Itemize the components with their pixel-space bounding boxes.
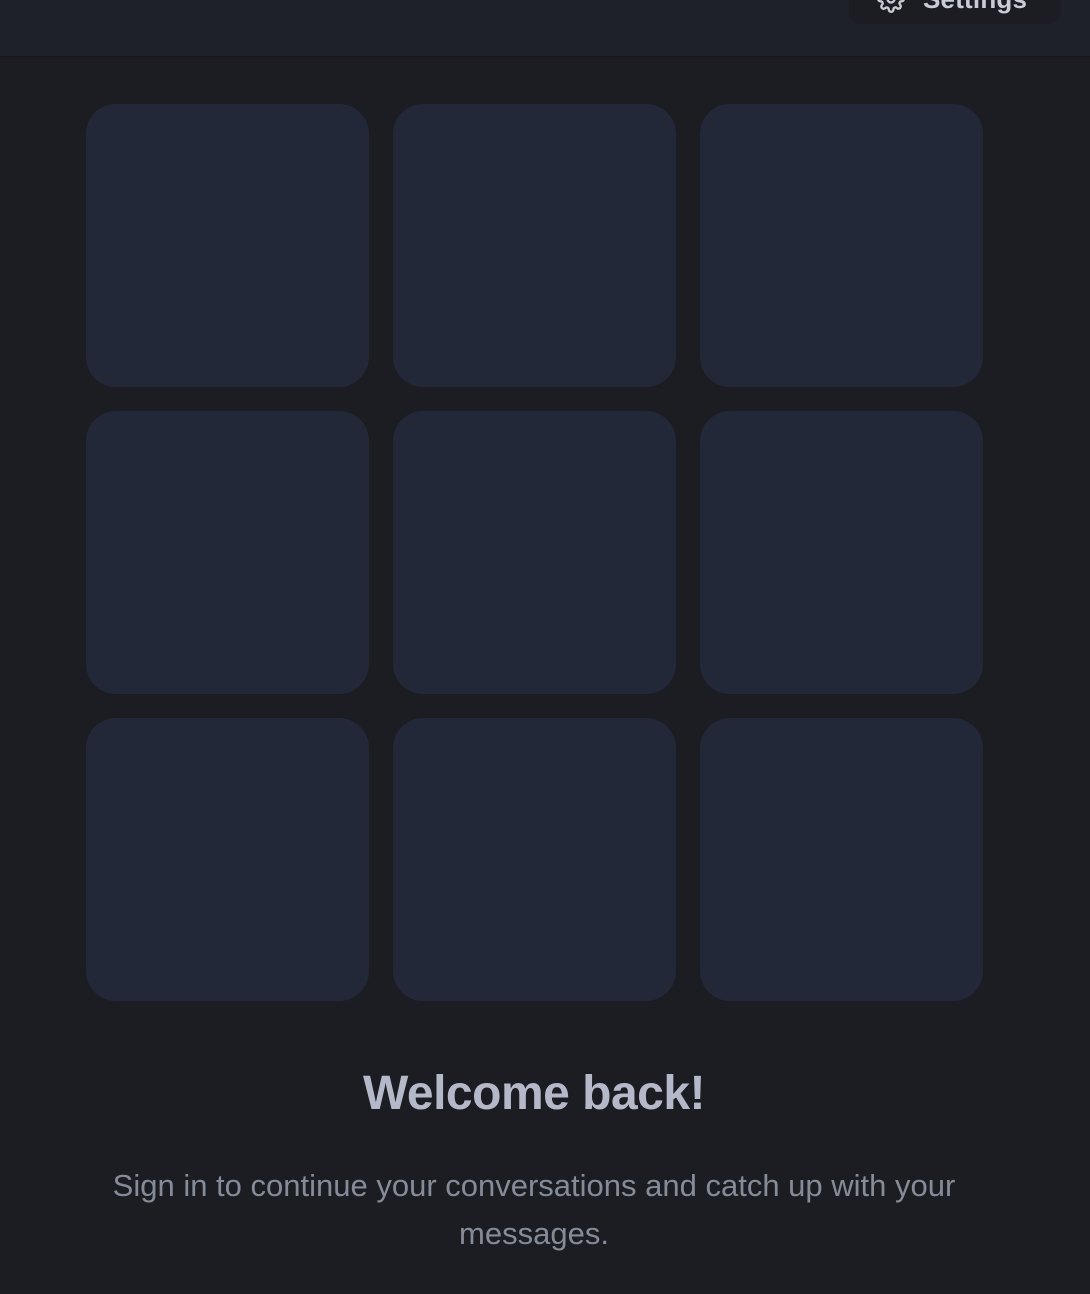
placeholder-tile: [86, 718, 369, 1001]
placeholder-tile: [700, 411, 983, 694]
welcome-subtitle: Sign in to continue your conversations a…: [112, 1168, 956, 1251]
placeholder-tile: [86, 104, 369, 387]
placeholder-tile: [393, 104, 676, 387]
top-bar: Settings: [0, 0, 1090, 57]
placeholder-tile: [700, 718, 983, 1001]
placeholder-tile: [393, 718, 676, 1001]
settings-button[interactable]: Settings: [849, 0, 1061, 24]
gear-icon: [877, 0, 905, 13]
placeholder-tile: [700, 104, 983, 387]
placeholder-tile-grid: [86, 104, 983, 1001]
welcome-title: Welcome back!: [362, 1067, 706, 1120]
placeholder-tile: [86, 411, 369, 694]
settings-button-label: Settings: [923, 0, 1027, 15]
placeholder-tile: [393, 411, 676, 694]
